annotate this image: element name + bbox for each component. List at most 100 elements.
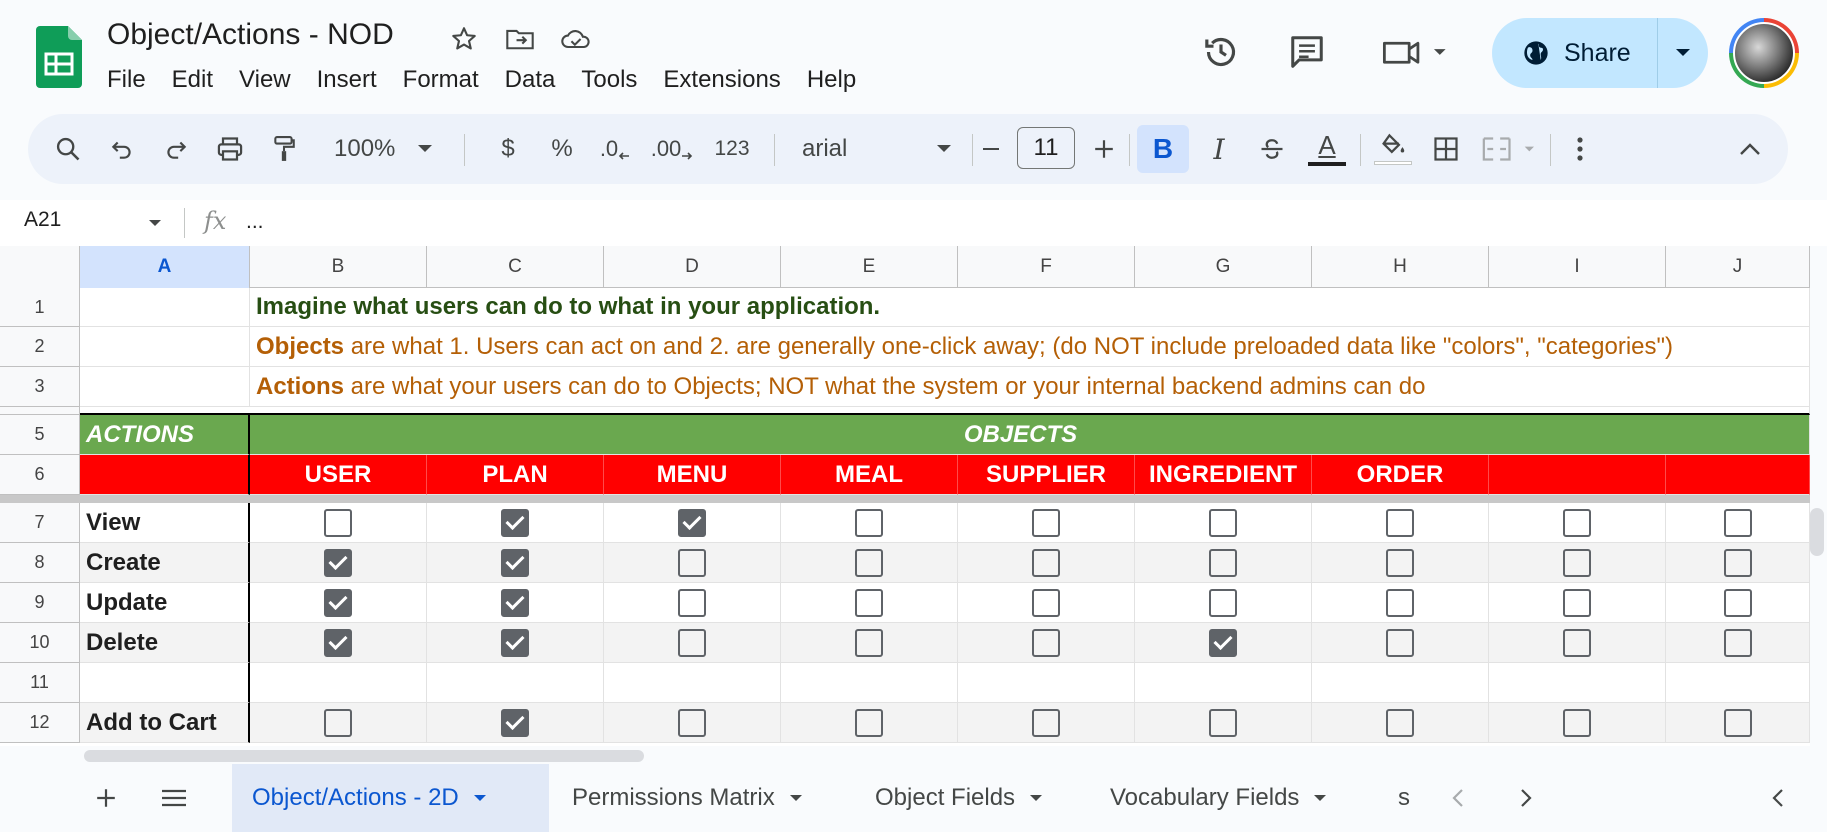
checkbox-cell[interactable]	[1489, 583, 1666, 623]
checkbox-unchecked[interactable]	[1723, 628, 1752, 657]
menu-file[interactable]: File	[94, 64, 159, 96]
checkbox-checked[interactable]	[324, 588, 352, 617]
menu-view[interactable]: View	[226, 64, 304, 96]
cell-empty[interactable]	[1312, 663, 1489, 703]
column-header-a[interactable]: A	[80, 246, 250, 288]
checkbox-cell[interactable]	[604, 543, 781, 583]
cell-empty[interactable]	[80, 663, 250, 703]
checkbox-cell[interactable]	[781, 503, 958, 543]
checkbox-unchecked[interactable]	[1386, 628, 1414, 657]
checkbox-cell[interactable]	[781, 543, 958, 583]
checkbox-unchecked[interactable]	[1209, 708, 1237, 737]
checkbox-cell[interactable]	[427, 503, 604, 543]
sheet-tab-vocabulary-fields[interactable]: Vocabulary Fields	[1090, 764, 1347, 832]
cell-empty[interactable]	[427, 663, 604, 703]
chevron-down-icon[interactable]	[1029, 794, 1043, 803]
checkbox-cell[interactable]	[1135, 543, 1312, 583]
cell-a6[interactable]	[80, 455, 250, 495]
checkbox-cell[interactable]	[1312, 543, 1489, 583]
object-header-cell[interactable]	[1489, 455, 1666, 495]
spreadsheet-grid[interactable]: A B C D E F G H I J 1 2 3 5 6 7 8 9 10 11 12 Imagine what use…	[0, 246, 1810, 746]
cell-empty[interactable]	[250, 663, 427, 703]
row-header-4[interactable]	[0, 407, 80, 415]
currency-button[interactable]: $	[488, 125, 528, 173]
checkbox-cell[interactable]	[250, 503, 427, 543]
checkbox-cell[interactable]	[250, 543, 427, 583]
more-formats-button[interactable]: 123	[704, 125, 760, 173]
cell-a3[interactable]	[80, 367, 250, 407]
menu-insert[interactable]: Insert	[304, 64, 390, 96]
checkbox-cell[interactable]	[250, 703, 427, 743]
checkbox-checked[interactable]	[501, 508, 529, 537]
row-header-12[interactable]: 12	[0, 703, 80, 743]
horizontal-scrollbar[interactable]	[84, 750, 644, 762]
checkbox-cell[interactable]	[604, 703, 781, 743]
checkbox-unchecked[interactable]	[855, 708, 883, 737]
checkbox-unchecked[interactable]	[678, 628, 706, 657]
action-label[interactable]: View	[80, 503, 250, 543]
row-header-5[interactable]: 5	[0, 415, 80, 455]
checkbox-unchecked[interactable]	[1563, 708, 1591, 737]
sheet-tab-object-fields[interactable]: Object Fields	[855, 764, 1063, 832]
checkbox-cell[interactable]	[427, 703, 604, 743]
menu-tools[interactable]: Tools	[568, 64, 650, 96]
share-dropdown-icon[interactable]	[1658, 48, 1708, 58]
object-header-cell[interactable]: MEAL	[781, 455, 958, 495]
checkbox-cell[interactable]	[958, 583, 1135, 623]
add-sheet-icon[interactable]	[84, 776, 128, 820]
checkbox-cell[interactable]	[604, 503, 781, 543]
search-icon[interactable]	[48, 125, 88, 173]
sheet-tab-truncated[interactable]: s	[1378, 764, 1418, 832]
checkbox-cell[interactable]	[1666, 623, 1810, 663]
checkbox-unchecked[interactable]	[324, 508, 352, 537]
row-header-9[interactable]: 9	[0, 583, 80, 623]
select-all-corner[interactable]	[0, 246, 80, 288]
checkbox-unchecked[interactable]	[1723, 548, 1752, 577]
redo-icon[interactable]	[156, 125, 196, 173]
scroll-tabs-left-icon[interactable]	[1436, 776, 1480, 820]
cell-empty[interactable]	[958, 663, 1135, 703]
row-header-10[interactable]: 10	[0, 623, 80, 663]
chevron-down-icon[interactable]	[789, 794, 803, 803]
checkbox-cell[interactable]	[427, 583, 604, 623]
checkbox-cell[interactable]	[1135, 703, 1312, 743]
checkbox-unchecked[interactable]	[855, 588, 883, 617]
menu-extensions[interactable]: Extensions	[650, 64, 793, 96]
action-label[interactable]: Update	[80, 583, 250, 623]
checkbox-unchecked[interactable]	[1563, 628, 1591, 657]
font-family-select[interactable]: arial	[802, 125, 952, 173]
objects-header[interactable]: OBJECTS	[250, 415, 1810, 455]
column-header-j[interactable]: J	[1666, 246, 1810, 288]
checkbox-cell[interactable]	[958, 503, 1135, 543]
checkbox-cell[interactable]	[781, 623, 958, 663]
action-label[interactable]: Add to Cart	[80, 703, 250, 743]
frozen-rows-divider[interactable]	[0, 495, 1810, 503]
checkbox-unchecked[interactable]	[1563, 548, 1591, 577]
row-header-6[interactable]: 6	[0, 455, 80, 495]
scroll-tabs-right-icon[interactable]	[1504, 776, 1548, 820]
actions-header[interactable]: ACTIONS	[80, 415, 250, 455]
checkbox-cell[interactable]	[1312, 583, 1489, 623]
column-header-c[interactable]: C	[427, 246, 604, 288]
checkbox-checked[interactable]	[324, 628, 352, 657]
checkbox-unchecked[interactable]	[855, 508, 883, 537]
decrease-decimal-button[interactable]: .0	[590, 125, 640, 173]
menu-help[interactable]: Help	[794, 64, 869, 96]
checkbox-unchecked[interactable]	[1386, 548, 1414, 577]
column-header-e[interactable]: E	[781, 246, 958, 288]
checkbox-unchecked[interactable]	[1032, 508, 1060, 537]
cell-empty[interactable]	[604, 663, 781, 703]
checkbox-checked[interactable]	[501, 708, 529, 737]
column-header-g[interactable]: G	[1135, 246, 1312, 288]
cell-b3[interactable]: Actions are what your users can do to Ob…	[250, 367, 1810, 407]
checkbox-cell[interactable]	[781, 703, 958, 743]
checkbox-checked[interactable]	[678, 508, 706, 537]
percent-button[interactable]: %	[542, 125, 582, 173]
collapse-toolbar-icon[interactable]	[1730, 125, 1770, 173]
column-header-b[interactable]: B	[250, 246, 427, 288]
checkbox-unchecked[interactable]	[1386, 708, 1414, 737]
sheet-tab-object-actions[interactable]: Object/Actions - 2D	[232, 764, 549, 832]
checkbox-unchecked[interactable]	[1209, 588, 1237, 617]
bold-button[interactable]: B	[1137, 125, 1189, 173]
checkbox-cell[interactable]	[427, 623, 604, 663]
